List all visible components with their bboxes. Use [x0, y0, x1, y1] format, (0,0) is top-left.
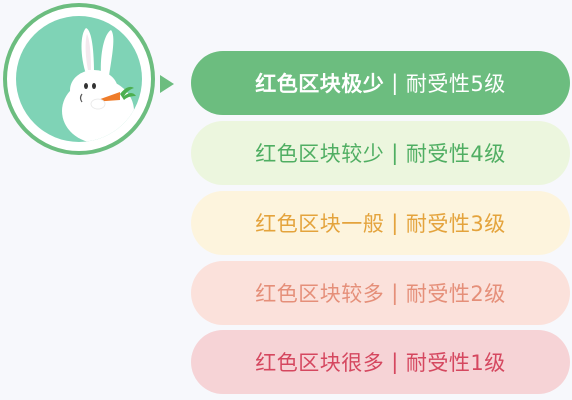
speech-pointer [160, 75, 174, 93]
level-label: 红色区块较少 [255, 142, 385, 166]
tolerance-text: 耐受性4级 [405, 142, 506, 166]
tolerance-level-4: 红色区块较少 | 耐受性4级 [191, 121, 570, 185]
tolerance-text: 耐受性2级 [405, 282, 506, 306]
level-label: 红色区块极少 [255, 72, 385, 96]
mascot-avatar [3, 3, 179, 163]
separator: | [391, 350, 399, 374]
separator: | [391, 281, 399, 305]
separator: | [391, 71, 399, 95]
tolerance-level-5: 红色区块极少 | 耐受性5级 [191, 51, 570, 115]
tolerance-level-3: 红色区块一般 | 耐受性3级 [191, 191, 570, 255]
separator: | [391, 211, 399, 235]
avatar-ring [3, 3, 155, 155]
level-label: 红色区块较多 [255, 282, 385, 306]
tolerance-text: 耐受性5级 [405, 72, 506, 96]
tolerance-text: 耐受性1级 [405, 351, 506, 375]
separator: | [391, 141, 399, 165]
tolerance-text: 耐受性3级 [405, 212, 506, 236]
level-label: 红色区块一般 [255, 212, 385, 236]
tolerance-level-1: 红色区块很多 | 耐受性1级 [191, 330, 570, 394]
rabbit-with-carrot-icon [62, 28, 136, 142]
level-label: 红色区块很多 [255, 351, 385, 375]
tolerance-level-2: 红色区块较多 | 耐受性2级 [191, 261, 570, 325]
avatar-background [16, 16, 142, 142]
